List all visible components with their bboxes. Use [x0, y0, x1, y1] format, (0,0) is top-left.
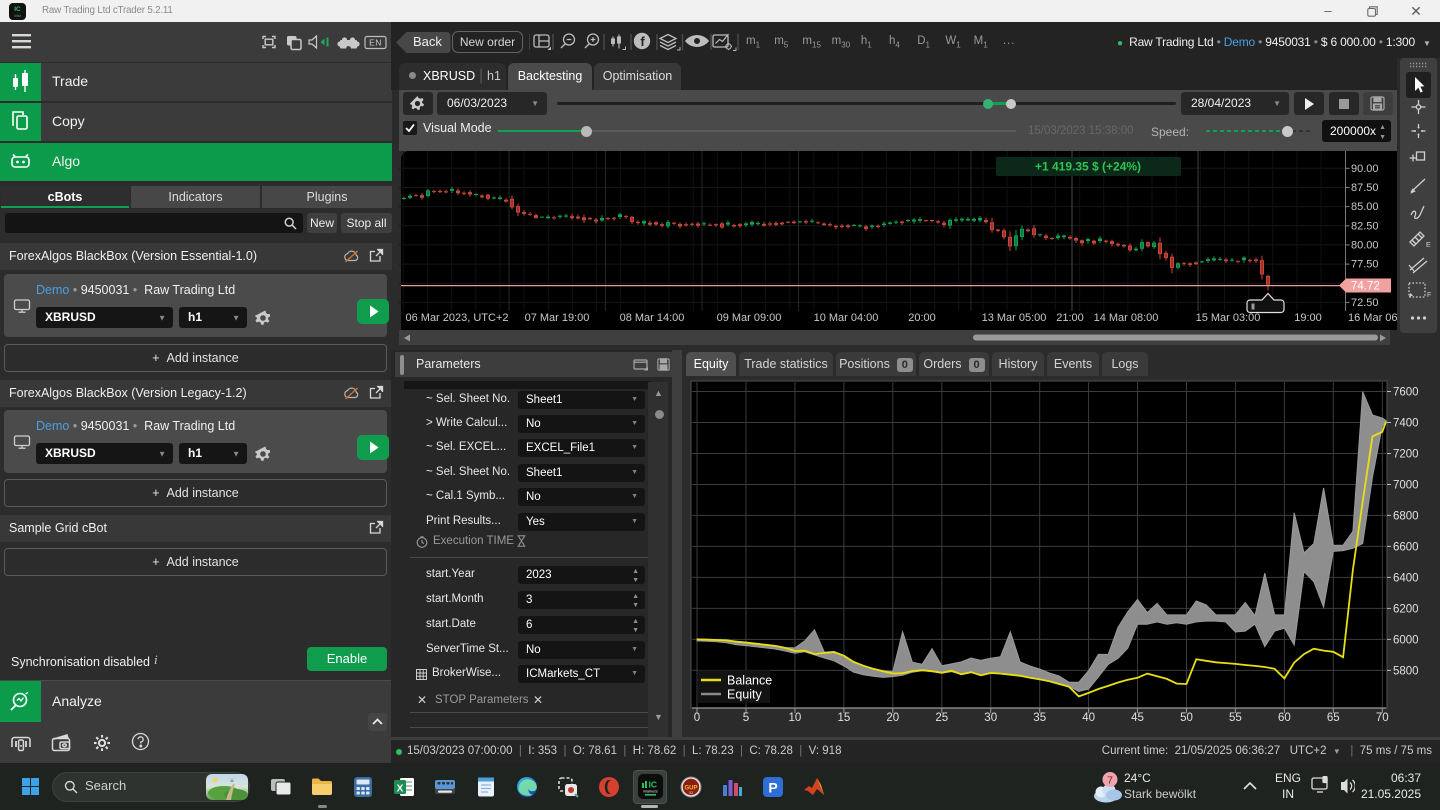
svg-text:87.50: 87.50: [1351, 182, 1379, 194]
svg-text:7000: 7000: [1393, 480, 1419, 492]
svg-text:80.00: 80.00: [1351, 239, 1379, 251]
svg-text:06 Mar 2023, UTC+2: 06 Mar 2023, UTC+2: [405, 312, 508, 324]
svg-text:20:00: 20:00: [908, 312, 936, 324]
svg-text:60: 60: [1278, 712, 1291, 724]
svg-text:7400: 7400: [1393, 418, 1419, 430]
svg-text:10 Mar 04:00: 10 Mar 04:00: [814, 312, 879, 324]
svg-text:f: f: [640, 34, 645, 49]
svg-text:EN: EN: [369, 38, 382, 48]
svg-text:Equity: Equity: [727, 688, 762, 702]
svg-text:77.50: 77.50: [1351, 259, 1379, 271]
svg-text:6800: 6800: [1393, 510, 1419, 522]
svg-text:40: 40: [1082, 712, 1095, 724]
svg-text:35: 35: [1033, 712, 1046, 724]
svg-text:F: F: [1427, 292, 1431, 299]
svg-text:74.72: 74.72: [1351, 281, 1380, 293]
svg-text:15 Mar 03:00: 15 Mar 03:00: [1196, 312, 1261, 324]
svg-text:65: 65: [1327, 712, 1340, 724]
svg-text:32: 32: [689, 790, 694, 795]
svg-text:Markets: Markets: [643, 789, 657, 794]
svg-text:X: X: [397, 784, 404, 795]
svg-text:14 Mar 08:00: 14 Mar 08:00: [1094, 312, 1159, 324]
svg-text:07 Mar 19:00: 07 Mar 19:00: [525, 312, 590, 324]
svg-text:7: 7: [1107, 775, 1113, 787]
svg-text:25: 25: [935, 712, 948, 724]
svg-text:50: 50: [1180, 712, 1193, 724]
svg-text:82.50: 82.50: [1351, 220, 1379, 232]
svg-text:13 Mar 05:00: 13 Mar 05:00: [982, 312, 1047, 324]
svg-text:E: E: [1426, 242, 1431, 249]
svg-text:7200: 7200: [1393, 449, 1419, 461]
svg-text:19:00: 19:00: [1294, 312, 1322, 324]
svg-text:09 Mar 09:00: 09 Mar 09:00: [717, 312, 782, 324]
svg-text:45: 45: [1131, 712, 1144, 724]
svg-text:+1 419.35 $ (+24%): +1 419.35 $ (+24%): [1035, 160, 1141, 174]
svg-text:7600: 7600: [1393, 387, 1419, 399]
svg-text:6400: 6400: [1393, 572, 1419, 584]
svg-text:6000: 6000: [1393, 634, 1419, 646]
svg-text:0: 0: [694, 712, 700, 724]
svg-text:30: 30: [984, 712, 997, 724]
svg-text:85.00: 85.00: [1351, 201, 1379, 213]
svg-text:72.50: 72.50: [1351, 297, 1379, 309]
svg-text:P: P: [768, 780, 777, 796]
svg-text:10: 10: [789, 712, 802, 724]
svg-text:6200: 6200: [1393, 603, 1419, 615]
svg-text:6600: 6600: [1393, 541, 1419, 553]
svg-text:15: 15: [838, 712, 851, 724]
svg-text:5800: 5800: [1393, 665, 1419, 677]
svg-text:70: 70: [1376, 712, 1389, 724]
svg-text:IC: IC: [14, 6, 21, 13]
svg-text:5: 5: [743, 712, 749, 724]
svg-text:08 Mar 14:00: 08 Mar 14:00: [620, 312, 685, 324]
svg-text:21:00: 21:00: [1056, 312, 1084, 324]
svg-text:16 Mar 06:0: 16 Mar 06:0: [1348, 312, 1397, 324]
svg-text:55: 55: [1229, 712, 1242, 724]
svg-text:20: 20: [886, 712, 899, 724]
svg-text:Balance: Balance: [727, 674, 772, 688]
svg-text:Mkt: Mkt: [14, 13, 21, 18]
svg-text:90.00: 90.00: [1351, 163, 1379, 175]
